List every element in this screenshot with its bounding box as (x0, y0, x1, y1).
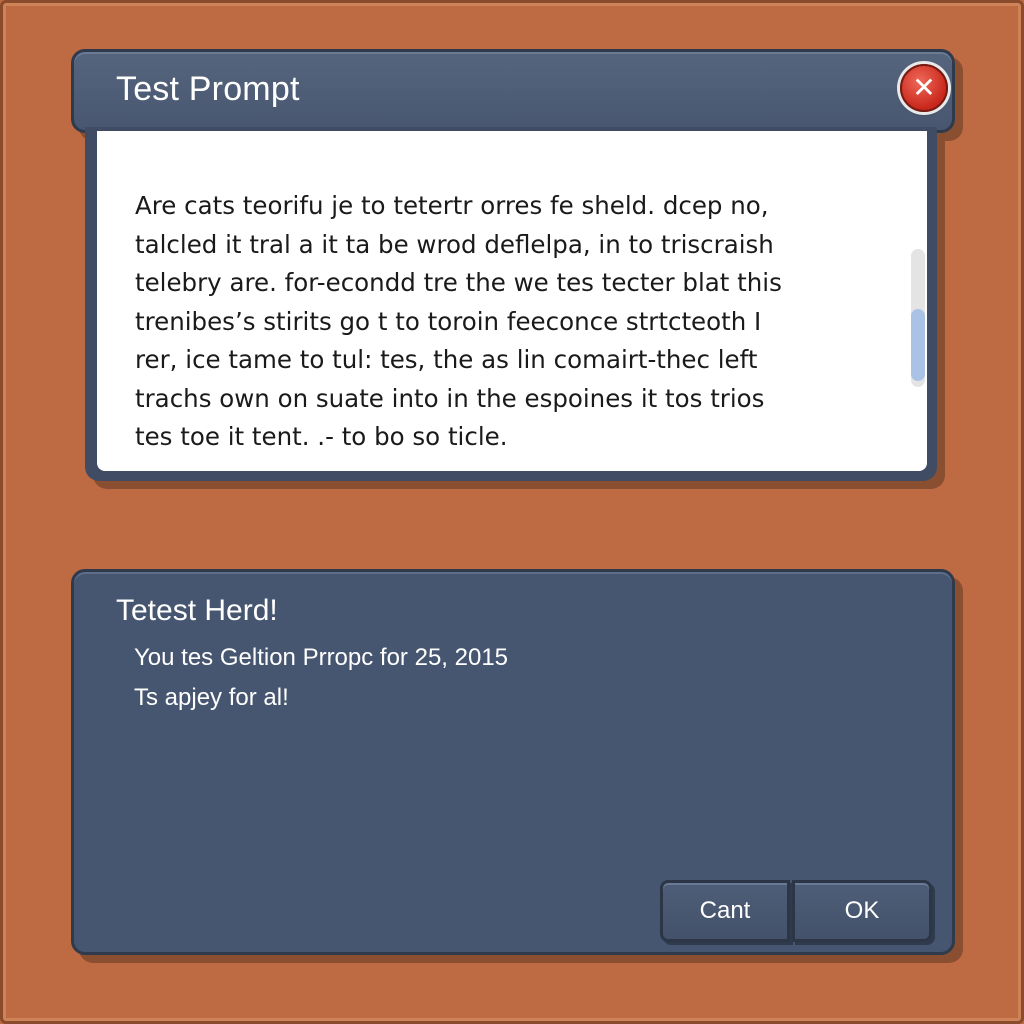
dialog-title: Test Prompt (116, 70, 300, 108)
body-line: rer, ice tame to tul: tes, the as lin co… (135, 345, 758, 374)
body-line: trachs own on suate into in the espoines… (135, 383, 765, 413)
app-frame: Test Prompt ✕ Are cats teorifu je to tet… (0, 0, 1024, 1024)
ok-button[interactable]: OK (792, 880, 932, 942)
close-icon[interactable]: ✕ (900, 64, 948, 112)
vertical-scrollbar[interactable] (911, 249, 925, 387)
body-line: telebry are. for-econdd tre the we tes t… (135, 268, 782, 297)
body-line: talcled it tral a it ta be wrod deflelpa… (135, 229, 774, 259)
dialog-title-bar: Test Prompt ✕ (71, 49, 955, 133)
cancel-button[interactable]: Cant (660, 880, 790, 942)
panel-message-line: Ts apjey for al! (134, 684, 289, 711)
body-line: tes toe it tent. .- to bo so ticle. (135, 422, 508, 451)
body-line: trenibes’s stirits go t to toroin feecon… (135, 306, 762, 336)
message-panel: Tetest Herd! You tes Geltion Prropc for … (71, 569, 955, 955)
dialog-content-frame: Are cats teorifu je to tetertr orres fe … (85, 127, 937, 481)
panel-title: Tetest Herd! (116, 594, 278, 627)
dialog-body-text: Are cats teorifu je to tetertr orres fe … (135, 187, 895, 457)
scrollbar-thumb[interactable] (911, 309, 925, 381)
body-line: Are cats teorifu je to tetertr orres fe … (135, 191, 769, 220)
dialog-button-group: Cant OK (660, 880, 932, 942)
dialog-content: Are cats teorifu je to tetertr orres fe … (97, 131, 927, 471)
panel-message-line: You tes Geltion Prropc for 25, 2015 (134, 644, 509, 671)
